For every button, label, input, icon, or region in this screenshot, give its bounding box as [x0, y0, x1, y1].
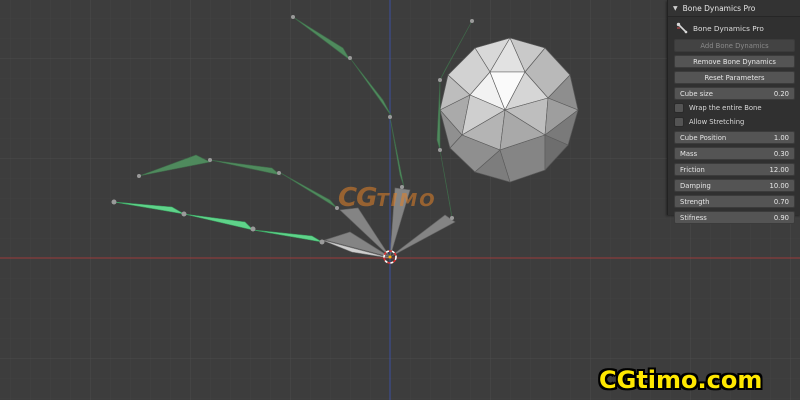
param-value: 10.00: [769, 181, 789, 190]
param-label: Stifness: [680, 213, 707, 222]
param-value: 12.00: [769, 165, 789, 174]
param-label: Strength: [680, 197, 710, 206]
param-stiffness-field[interactable]: Stifness 0.90: [674, 211, 795, 224]
param-label: Cube Position: [680, 133, 727, 142]
wrap-bone-checkbox-row[interactable]: Wrap the entire Bone: [674, 103, 795, 113]
param-friction-field[interactable]: Friction 12.00: [674, 163, 795, 176]
bone-tool-icon: [676, 22, 688, 34]
allow-stretching-checkbox[interactable]: [674, 117, 684, 127]
allow-stretching-label: Allow Stretching: [689, 118, 745, 126]
reset-parameters-button[interactable]: Reset Parameters: [674, 71, 795, 84]
add-bone-dynamics-button[interactable]: Add Bone Dynamics: [674, 39, 795, 52]
param-damping-field[interactable]: Damping 10.00: [674, 179, 795, 192]
cube-size-label: Cube size: [680, 89, 713, 98]
cube-size-field[interactable]: Cube size 0.20: [674, 87, 795, 100]
param-value: 0.30: [773, 149, 789, 158]
panel-subtitle: Bone Dynamics Pro: [693, 23, 764, 33]
param-value: 1.00: [773, 133, 789, 142]
param-value: 0.90: [773, 213, 789, 222]
param-mass-field[interactable]: Mass 0.30: [674, 147, 795, 160]
panel-header[interactable]: ▼ Bone Dynamics Pro: [668, 0, 800, 17]
param-cube-position-field[interactable]: Cube Position 1.00: [674, 131, 795, 144]
collapse-chevron-icon[interactable]: ▼: [673, 5, 678, 12]
panel-header-title: Bone Dynamics Pro: [682, 3, 756, 13]
wrap-bone-checkbox[interactable]: [674, 103, 684, 113]
cube-size-value: 0.20: [773, 89, 789, 98]
param-label: Friction: [680, 165, 705, 174]
param-value: 0.70: [773, 197, 789, 206]
wrap-bone-label: Wrap the entire Bone: [689, 104, 762, 112]
watermark-center-logo: CGTIMO: [338, 183, 437, 213]
panel-subheader: Bone Dynamics Pro: [668, 17, 800, 39]
allow-stretching-checkbox-row[interactable]: Allow Stretching: [674, 117, 795, 127]
bone-dynamics-panel: ▼ Bone Dynamics Pro Bone Dynamics Pro Ad…: [667, 0, 800, 224]
param-label: Mass: [680, 149, 698, 158]
param-strength-field[interactable]: Strength 0.70: [674, 195, 795, 208]
param-label: Damping: [680, 181, 711, 190]
watermark-corner-text: CGtimo.com: [599, 366, 763, 394]
remove-bone-dynamics-button[interactable]: Remove Bone Dynamics: [674, 55, 795, 68]
